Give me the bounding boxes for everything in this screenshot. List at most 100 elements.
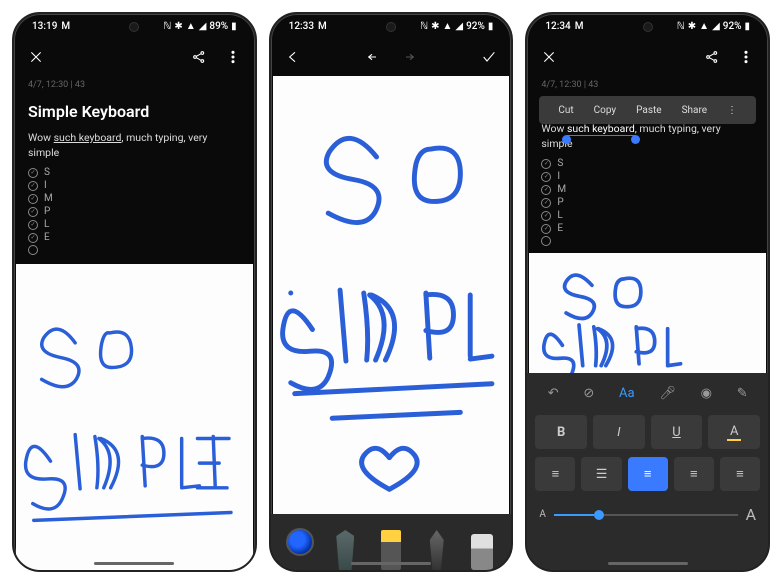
check-done-icon[interactable]	[28, 168, 38, 178]
wifi-icon: ▲	[186, 21, 196, 32]
check-done-icon[interactable]	[28, 220, 38, 230]
nav-handle[interactable]	[608, 562, 688, 565]
ctx-cut[interactable]: Cut	[548, 105, 583, 116]
note-body[interactable]: Wow such keyboard, much typing, very sim…	[527, 122, 768, 157]
checklist[interactable]: S I M P L E	[14, 166, 255, 256]
confirm-icon[interactable]	[481, 49, 497, 65]
bluetooth-icon: ✱	[431, 21, 439, 32]
close-icon[interactable]	[28, 49, 44, 65]
app-bar	[14, 38, 255, 76]
signal-icon: ◢	[712, 21, 720, 32]
undo-icon[interactable]: ↶	[548, 386, 559, 401]
signal-icon: ◢	[455, 21, 463, 32]
share-icon[interactable]	[191, 49, 207, 65]
text-selection[interactable]: such keyboard	[567, 122, 635, 136]
nav-handle[interactable]	[351, 562, 431, 565]
status-time: 12:34	[545, 21, 570, 32]
check-done-icon[interactable]	[28, 207, 38, 217]
check-item: I	[28, 179, 241, 192]
check-item	[28, 244, 241, 256]
check-done-icon[interactable]	[541, 224, 551, 234]
list-numbered-button[interactable]: ≡	[535, 457, 575, 491]
format-align-row: ≡ ☰ ≡ ≡ ≡	[535, 457, 760, 491]
gmail-icon: M	[318, 21, 327, 32]
color-picker[interactable]	[286, 528, 314, 556]
underline-button[interactable]: U	[651, 415, 703, 449]
app-bar	[271, 38, 512, 76]
check-item: L	[28, 218, 241, 231]
more-icon[interactable]	[225, 49, 241, 65]
check-done-icon[interactable]	[541, 198, 551, 208]
more-icon[interactable]	[738, 49, 754, 65]
signal-icon: ◢	[199, 21, 207, 32]
nfc-icon: ℕ	[163, 21, 171, 32]
text-tab-icon[interactable]: Aa	[619, 386, 635, 401]
back-icon[interactable]	[285, 49, 301, 65]
check-item: E	[28, 231, 241, 244]
italic-button[interactable]: I	[593, 415, 645, 449]
battery-icon: ▮	[488, 21, 494, 32]
status-time: 12:33	[289, 21, 314, 32]
handwriting-area[interactable]	[16, 264, 253, 570]
bold-button[interactable]: B	[535, 415, 587, 449]
nav-handle[interactable]	[94, 562, 174, 565]
check-item: P	[541, 196, 754, 209]
share-icon[interactable]	[704, 49, 720, 65]
list-bullet-button[interactable]: ☰	[581, 457, 621, 491]
check-done-icon[interactable]	[28, 194, 38, 204]
check-done-icon[interactable]	[28, 181, 38, 191]
checklist-tab-icon[interactable]: ⊘	[583, 386, 594, 401]
eraser-tool[interactable]	[468, 526, 496, 570]
nfc-icon: ℕ	[420, 21, 428, 32]
draw-tab-icon[interactable]: ✎	[737, 386, 748, 401]
ctx-share[interactable]: Share	[672, 105, 717, 116]
camera-tab-icon[interactable]: ◉	[701, 386, 712, 401]
note-title[interactable]: Simple Keyboard	[14, 94, 255, 131]
undo-icon[interactable]	[366, 49, 382, 65]
close-icon[interactable]	[541, 49, 557, 65]
align-left-button[interactable]: ≡	[628, 457, 668, 491]
check-done-icon[interactable]	[541, 185, 551, 195]
format-tabs: ↶ ⊘ Aa 🎤︎ ◉ ✎	[535, 379, 760, 407]
status-time: 13:19	[32, 21, 57, 32]
nfc-icon: ℕ	[677, 21, 685, 32]
check-done-icon[interactable]	[541, 211, 551, 221]
format-panel: ↶ ⊘ Aa 🎤︎ ◉ ✎ B I U A ≡ ☰ ≡ ≡ ≡ A	[527, 373, 768, 570]
drawing-canvas[interactable]	[273, 76, 510, 514]
battery-text: 92%	[466, 21, 485, 32]
align-right-button[interactable]: ≡	[720, 457, 760, 491]
align-center-button[interactable]: ≡	[674, 457, 714, 491]
note-body[interactable]: Wow such keyboard, much typing, very sim…	[14, 131, 255, 166]
bluetooth-icon: ✱	[688, 21, 696, 32]
note-content: 4/7, 12:30 | 43 Simple Keyboard Wow such…	[14, 76, 255, 570]
phone-1: 13:19 M ℕ ✱ ▲ ◢ 89% ▮ 4/7, 12:30 | 43 Si…	[12, 12, 257, 572]
check-item: M	[28, 192, 241, 205]
check-item: M	[541, 183, 754, 196]
wifi-icon: ▲	[442, 21, 452, 32]
note-meta: 4/7, 12:30 | 43	[527, 76, 768, 94]
check-done-icon[interactable]	[28, 233, 38, 243]
slider-thumb[interactable]	[594, 510, 604, 520]
camera-notch	[643, 22, 653, 32]
size-large-label: A	[746, 505, 756, 524]
font-size-slider[interactable]	[554, 514, 738, 516]
ctx-more-icon[interactable]: ⋮	[717, 105, 747, 116]
checklist[interactable]: S I M P L E	[527, 157, 768, 247]
wifi-icon: ▲	[699, 21, 709, 32]
ctx-copy[interactable]: Copy	[584, 105, 627, 116]
check-empty-icon[interactable]	[541, 236, 551, 246]
check-empty-icon[interactable]	[28, 245, 38, 255]
gmail-icon: M	[61, 21, 70, 32]
check-item: S	[541, 157, 754, 170]
bluetooth-icon: ✱	[174, 21, 182, 32]
check-done-icon[interactable]	[541, 172, 551, 182]
voice-tab-icon[interactable]: 🎤︎	[659, 386, 676, 401]
check-done-icon[interactable]	[541, 159, 551, 169]
check-item	[541, 235, 754, 247]
highlight-button[interactable]: A	[708, 415, 760, 449]
phone-2: 12:33 M ℕ ✱ ▲ ◢ 92% ▮	[269, 12, 514, 572]
ctx-paste[interactable]: Paste	[626, 105, 671, 116]
note-meta: 4/7, 12:30 | 43	[14, 76, 255, 94]
handwriting-thumbnail[interactable]	[529, 253, 766, 373]
check-item: E	[541, 222, 754, 235]
